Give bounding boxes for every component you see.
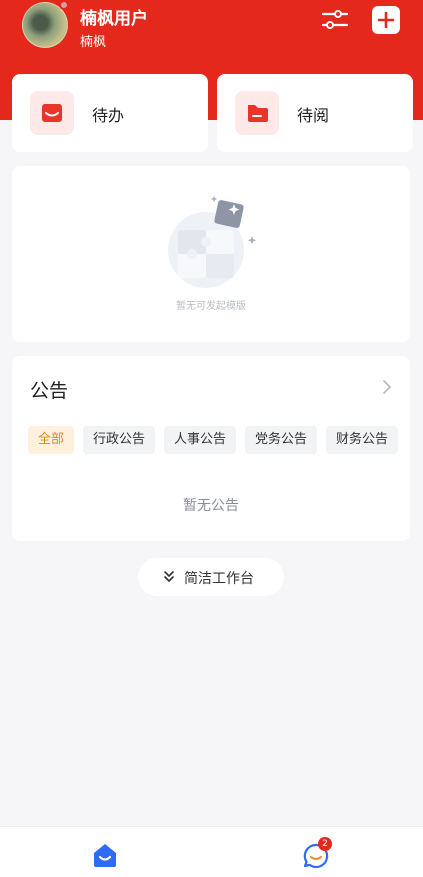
- nav-home-tab[interactable]: [91, 841, 119, 869]
- to-read-card[interactable]: 待阅: [217, 74, 413, 152]
- tab-all[interactable]: 全部: [28, 426, 74, 454]
- todo-icon: [30, 91, 74, 135]
- template-empty-text: 暂无可发起模版: [176, 301, 246, 312]
- workbench-page: 楠枫用户 楠枫 待办 待阅 暂无可发起模版 公告 全部 行政公告 人事公告 党务…: [0, 0, 423, 877]
- user-name: 楠枫用户: [80, 9, 148, 29]
- tab-administrative[interactable]: 行政公告: [83, 426, 155, 454]
- to-read-icon: [235, 91, 279, 135]
- chevron-right-icon[interactable]: [380, 378, 394, 396]
- todo-card[interactable]: 待办: [12, 74, 208, 152]
- puzzle-empty-icon: [168, 196, 257, 288]
- to-read-label: 待阅: [297, 106, 330, 125]
- message-count-badge: 2: [318, 837, 332, 851]
- home-icon: [94, 844, 116, 867]
- status-dot: [59, 0, 69, 10]
- sliders-icon: [321, 10, 349, 29]
- bottom-nav: 2: [0, 826, 423, 877]
- simple-workbench-label: 简洁工作台: [184, 571, 254, 587]
- tab-finance[interactable]: 财务公告: [326, 426, 398, 454]
- todo-label: 待办: [92, 106, 125, 125]
- add-button[interactable]: [372, 6, 400, 34]
- tab-party-affairs[interactable]: 党务公告: [245, 426, 317, 454]
- simple-workbench-button[interactable]: 简洁工作台: [138, 558, 284, 596]
- plus-icon: [377, 11, 395, 29]
- template-card: 暂无可发起模版: [12, 166, 410, 342]
- double-chevron-down-icon: [164, 571, 174, 582]
- announcement-empty-text: 暂无公告: [183, 498, 239, 514]
- tab-personnel[interactable]: 人事公告: [164, 426, 236, 454]
- announcement-card: 公告 全部 行政公告 人事公告 党务公告 财务公告 暂无公告: [12, 356, 410, 541]
- user-subtitle: 楠枫: [80, 35, 107, 50]
- announcement-title: 公告: [30, 380, 69, 402]
- filter-settings-button[interactable]: [320, 6, 350, 34]
